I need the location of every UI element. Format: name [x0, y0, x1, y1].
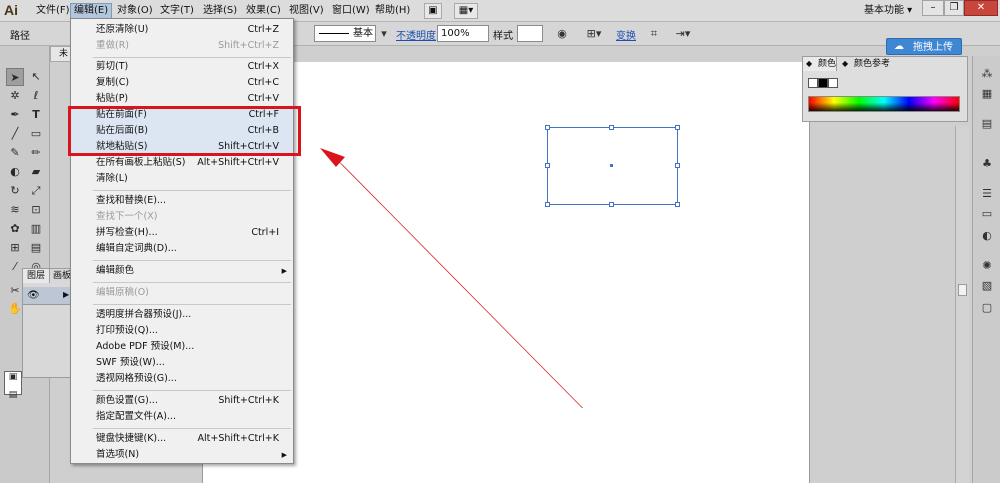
annotation-arrow [320, 148, 583, 408]
annotation-arrow-shaft [335, 158, 583, 408]
